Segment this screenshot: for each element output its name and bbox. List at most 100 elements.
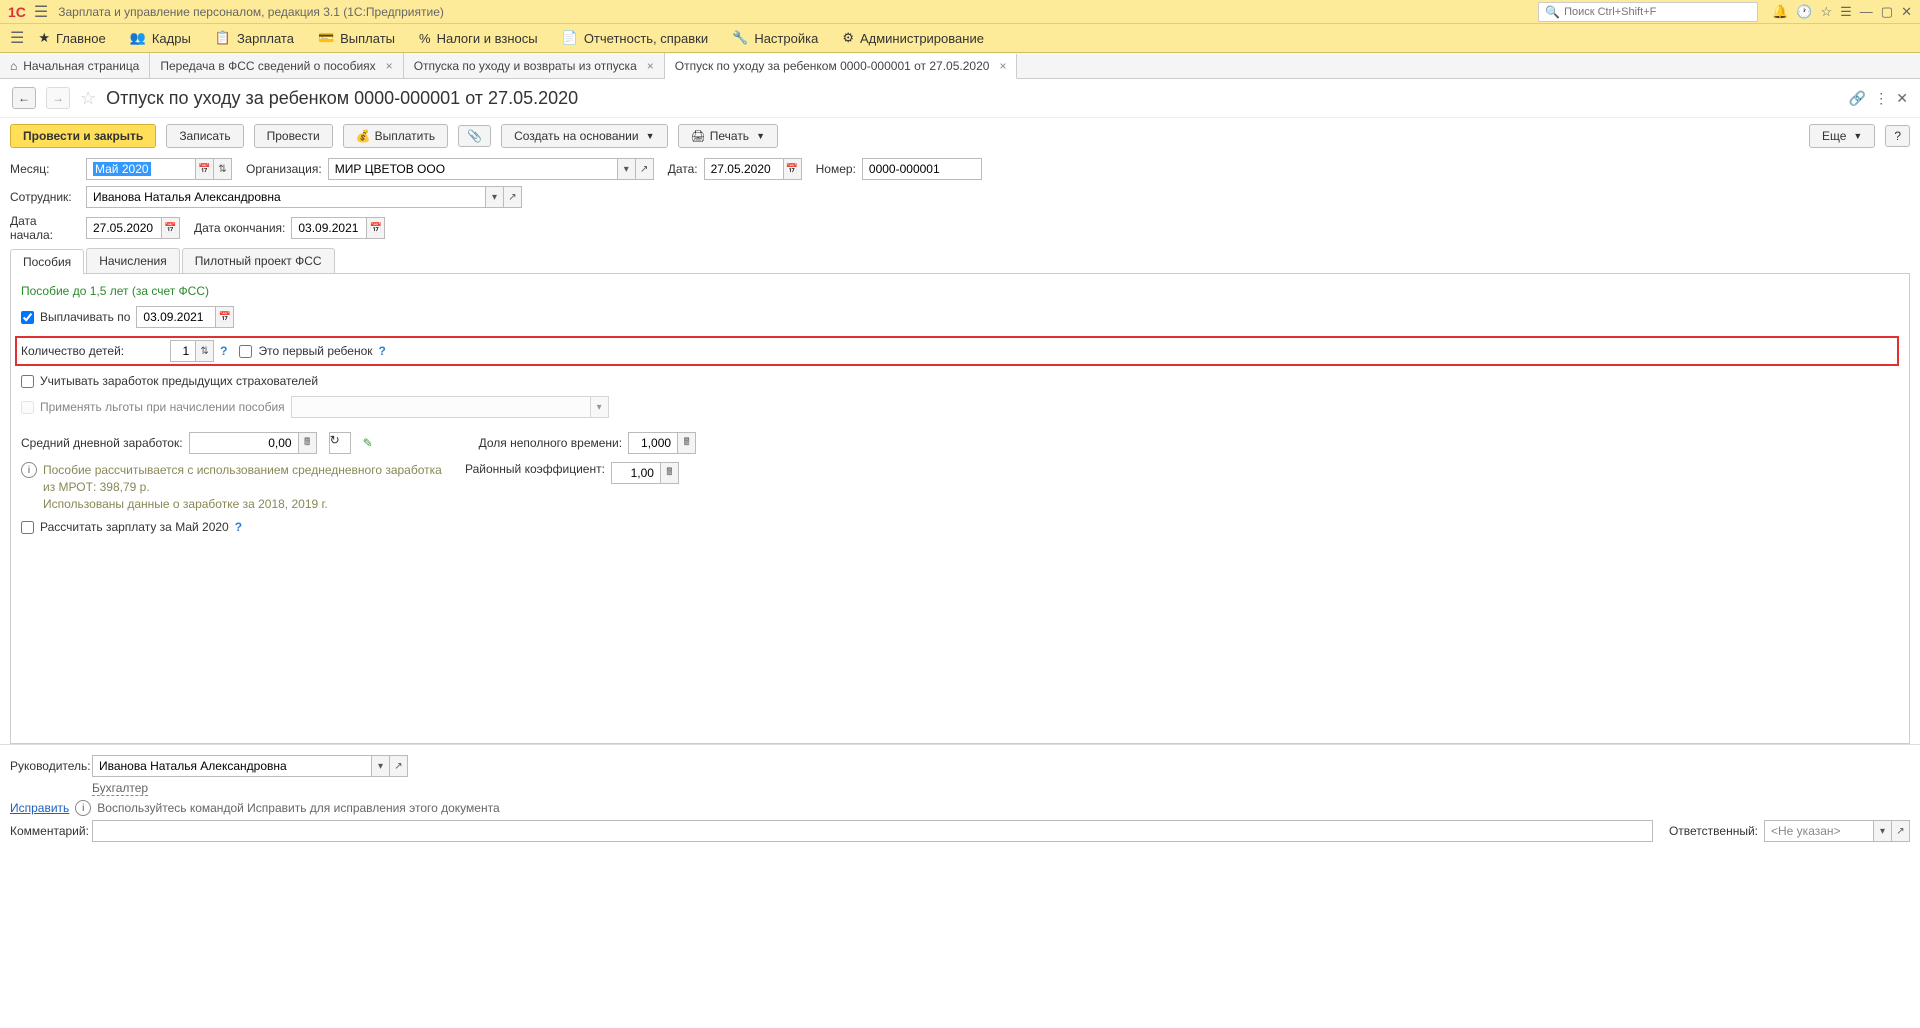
print-button[interactable]: 🖨Печать▼	[678, 124, 778, 148]
first-child-checkbox[interactable]	[239, 345, 252, 358]
org-input[interactable]	[328, 158, 618, 180]
calc-icon[interactable]: 🖩	[299, 432, 317, 454]
help-icon[interactable]: ?	[379, 344, 386, 358]
nav-menu-icon[interactable]: ☰	[10, 28, 24, 48]
help-icon[interactable]: ?	[235, 520, 242, 534]
part-time-input[interactable]	[628, 432, 678, 454]
comment-input[interactable]	[92, 820, 1653, 842]
calendar-icon[interactable]: 📅	[162, 217, 180, 239]
save-button[interactable]: Записать	[166, 124, 243, 148]
month-input[interactable]: Май 2020	[86, 158, 196, 180]
calendar-icon[interactable]: 📅	[367, 217, 385, 239]
nav-taxes[interactable]: %Налоги и взносы	[419, 31, 538, 46]
number-input[interactable]	[862, 158, 982, 180]
star-icon[interactable]: ☆	[1820, 4, 1832, 20]
tab-current-doc[interactable]: Отпуск по уходу за ребенком 0000-000001 …	[665, 54, 1018, 79]
calc-icon[interactable]: 🖩	[661, 462, 679, 484]
benefit-info-text: Пособие рассчитывается с использованием …	[43, 462, 443, 512]
tab-accruals[interactable]: Начисления	[86, 248, 180, 273]
calendar-icon[interactable]: 📅	[216, 306, 234, 328]
open-ref-icon[interactable]: ↗	[636, 158, 654, 180]
nav-admin[interactable]: ⚙Администрирование	[842, 30, 984, 46]
global-search[interactable]: 🔍	[1538, 2, 1758, 22]
attach-button[interactable]: 📎	[458, 125, 491, 147]
region-coef-input[interactable]	[611, 462, 661, 484]
dropdown-icon[interactable]: ▾	[618, 158, 636, 180]
date-input[interactable]	[704, 158, 784, 180]
responsible-label: Ответственный:	[1669, 824, 1758, 838]
help-button[interactable]: ?	[1885, 125, 1910, 147]
nav-home[interactable]: ★Главное	[38, 30, 105, 46]
manager-input[interactable]	[92, 755, 372, 777]
close-icon[interactable]: ×	[386, 59, 393, 73]
open-ref-icon[interactable]: ↗	[504, 186, 522, 208]
doc-tabs: ⌂ Начальная страница Передача в ФСС свед…	[0, 53, 1920, 79]
close-window-icon[interactable]: ✕	[1901, 4, 1912, 20]
pay-until-label: Выплачивать по	[40, 310, 130, 324]
link-icon[interactable]: 🔗	[1849, 90, 1866, 107]
caret-down-icon: ▼	[756, 131, 765, 141]
open-ref-icon[interactable]: ↗	[390, 755, 408, 777]
dropdown-icon[interactable]: ▾	[372, 755, 390, 777]
info-icon: i	[75, 800, 91, 816]
paperclip-icon: 📎	[467, 129, 482, 143]
children-input-group: ⇅	[170, 340, 214, 362]
hamburger-icon[interactable]: ☰	[34, 2, 48, 22]
tab-pilot-fss[interactable]: Пилотный проект ФСС	[182, 248, 335, 273]
search-input[interactable]	[1564, 6, 1751, 18]
history-icon[interactable]: 🕐	[1796, 4, 1812, 20]
spin-icon[interactable]: ⇅	[196, 340, 214, 362]
maximize-icon[interactable]: ▢	[1881, 4, 1893, 20]
nav-reports[interactable]: 📄Отчетность, справки	[562, 30, 709, 46]
post-button[interactable]: Провести	[254, 124, 333, 148]
nav-settings[interactable]: 🔧Настройка	[732, 30, 818, 46]
pay-until-checkbox[interactable]	[21, 311, 34, 324]
tab-leaves-list[interactable]: Отпуска по уходу и возвраты из отпуска ×	[404, 53, 665, 78]
back-button[interactable]: ←	[12, 87, 36, 109]
close-icon[interactable]: ×	[999, 59, 1006, 73]
pay-until-input[interactable]	[136, 306, 216, 328]
tab-fss-transfer[interactable]: Передача в ФСС сведений о пособиях ×	[150, 53, 403, 78]
employee-label: Сотрудник:	[10, 190, 80, 204]
pencil-icon[interactable]: ✎	[363, 436, 373, 450]
refresh-icon[interactable]: ↻	[329, 432, 351, 454]
more-vert-icon[interactable]: ⋮	[1874, 90, 1888, 107]
end-date-input[interactable]	[291, 217, 367, 239]
accountant-link[interactable]: Бухгалтер	[92, 781, 148, 796]
calc-icon[interactable]: 🖩	[678, 432, 696, 454]
avg-daily-input[interactable]	[189, 432, 299, 454]
nav-salary[interactable]: 📋Зарплата	[215, 30, 294, 46]
bell-icon[interactable]: 🔔	[1772, 4, 1788, 20]
close-doc-icon[interactable]: ✕	[1896, 90, 1908, 107]
create-based-button[interactable]: Создать на основании▼	[501, 124, 667, 148]
nav-payments[interactable]: 💳Выплаты	[318, 30, 395, 46]
dropdown-icon[interactable]: ▾	[486, 186, 504, 208]
post-close-button[interactable]: Провести и закрыть	[10, 124, 156, 148]
doc-footer: Руководитель: ▾ ↗ Бухгалтер Исправить i …	[0, 744, 1920, 852]
employee-input[interactable]	[86, 186, 486, 208]
recalc-salary-checkbox[interactable]	[21, 521, 34, 534]
settings-icon[interactable]: ☰	[1840, 4, 1852, 20]
responsible-input[interactable]	[1764, 820, 1874, 842]
spin-icon[interactable]: ⇅	[214, 158, 232, 180]
minimize-icon[interactable]: —	[1860, 4, 1873, 19]
help-icon[interactable]: ?	[220, 344, 227, 358]
calendar-icon[interactable]: 📅	[784, 158, 802, 180]
pay-until-input-group: 📅	[136, 306, 234, 328]
calendar-icon[interactable]: 📅	[196, 158, 214, 180]
forward-button[interactable]: →	[46, 87, 70, 109]
start-date-input[interactable]	[86, 217, 162, 239]
nav-personnel[interactable]: 👥Кадры	[130, 30, 191, 46]
children-count-input[interactable]	[170, 340, 196, 362]
pay-button[interactable]: 💰Выплатить	[343, 124, 448, 148]
more-button[interactable]: Еще▼	[1809, 124, 1875, 148]
dropdown-icon: ▾	[591, 396, 609, 418]
favorite-icon[interactable]: ☆	[80, 88, 96, 109]
tab-benefits[interactable]: Пособия	[10, 249, 84, 274]
tab-start-page[interactable]: ⌂ Начальная страница	[0, 53, 150, 78]
close-icon[interactable]: ×	[647, 59, 654, 73]
fix-link[interactable]: Исправить	[10, 801, 69, 815]
prev-employer-checkbox[interactable]	[21, 375, 34, 388]
open-ref-icon[interactable]: ↗	[1892, 820, 1910, 842]
dropdown-icon[interactable]: ▾	[1874, 820, 1892, 842]
